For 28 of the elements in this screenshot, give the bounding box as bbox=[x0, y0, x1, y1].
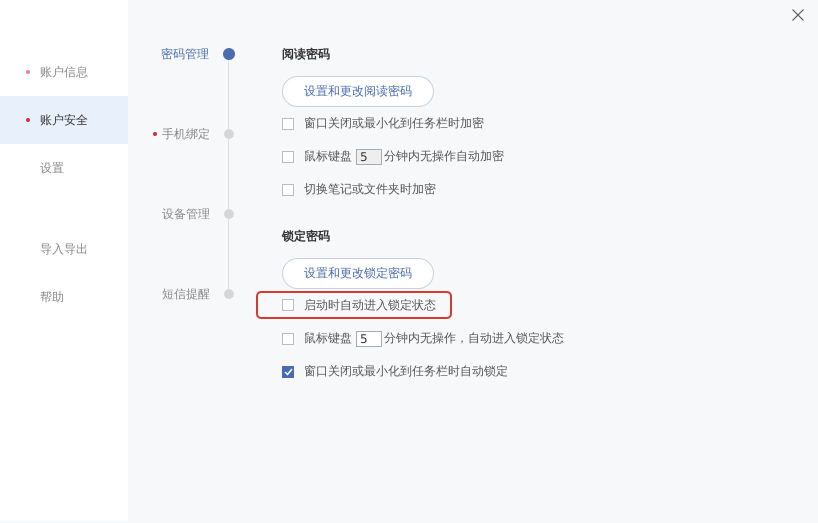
checkbox[interactable] bbox=[282, 299, 294, 311]
minutes-field[interactable]: 5 bbox=[356, 330, 382, 346]
option-label: 鼠标键盘 bbox=[304, 330, 352, 347]
step-link[interactable]: 密码管理 bbox=[152, 44, 209, 64]
checkbox[interactable] bbox=[282, 332, 294, 344]
sidebar-item[interactable]: 导入导出 bbox=[0, 225, 128, 273]
sidebar-item[interactable]: 账户安全 bbox=[0, 96, 128, 144]
sidebar-item[interactable]: 账户信息 bbox=[0, 48, 128, 96]
step-link[interactable]: 手机绑定 bbox=[153, 124, 210, 144]
step-link[interactable]: 设备管理 bbox=[153, 204, 210, 224]
section-title: 锁定密码 bbox=[282, 228, 331, 245]
checkbox[interactable] bbox=[282, 118, 294, 130]
sidebar-item[interactable]: 设置 bbox=[0, 144, 128, 192]
option-label: 窗口关闭或最小化到任务栏时自动锁定 bbox=[304, 363, 508, 380]
close-icon[interactable] bbox=[792, 9, 804, 21]
step-link[interactable]: 短信提醒 bbox=[153, 284, 210, 304]
option-label: 启动时自动进入锁定状态 bbox=[304, 296, 436, 314]
option-label: 鼠标键盘 bbox=[304, 148, 352, 165]
option-label: 分钟内无操作，自动进入锁定状态 bbox=[384, 330, 564, 347]
set-password-button[interactable]: 设置和更改阅读密码 bbox=[282, 76, 434, 107]
sidebar-item[interactable]: 帮助 bbox=[0, 273, 128, 321]
checkbox[interactable] bbox=[282, 366, 294, 378]
checkbox[interactable] bbox=[282, 184, 294, 196]
option-label: 分钟内无操作自动加密 bbox=[384, 148, 504, 165]
set-password-button[interactable]: 设置和更改锁定密码 bbox=[282, 258, 434, 289]
section-title: 阅读密码 bbox=[282, 46, 331, 63]
option-label: 切换笔记或文件夹时加密 bbox=[304, 181, 436, 198]
option-label: 窗口关闭或最小化到任务栏时加密 bbox=[304, 115, 484, 132]
